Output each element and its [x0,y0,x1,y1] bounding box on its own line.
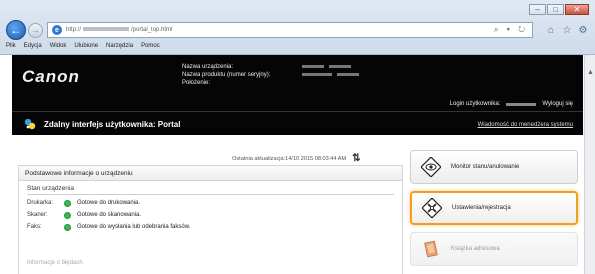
address-url: http:///portal_top.html [66,27,173,33]
minimize-button[interactable]: – [529,4,546,15]
address-book-button[interactable]: Książka adresowa [410,232,578,266]
brand-logo: Canon [22,67,80,86]
redacted-host [83,27,130,32]
forward-arrow-icon: → [31,25,40,35]
navigation-row: ← → e http:///portal_top.html ⌕ ▾ ↻ ⌂ ☆ … [6,19,589,41]
menu-edit[interactable]: Edycja [24,43,42,54]
settings-registration-button[interactable]: Ustawienia/rejestracja [410,191,578,225]
maximize-button[interactable]: □ [547,4,564,15]
favorites-star-icon[interactable]: ☆ [561,24,573,36]
device-name-label: Nazwa urządzenia: [182,64,234,70]
ie-page-icon: e [52,25,62,35]
status-text: Gotowe do wysłania lub odebrania faksów. [77,224,191,230]
address-book-label: Książka adresowa [451,246,500,252]
eye-icon [421,157,441,177]
monitor-status-label: Monitor stanu/anulowanie [451,164,520,170]
back-button[interactable]: ← [6,20,26,40]
status-text: Gotowe do skanowania. [77,212,142,218]
redacted-value [302,73,332,76]
gear-icon[interactable]: ⚙ [577,24,589,36]
redacted-username [506,102,537,106]
refresh-icon[interactable]: ⇅ [352,153,360,164]
device-info-panel: Podstawowe informacje o urządzeniu Stan … [18,165,403,274]
device-status-label: Stan urządzenia [27,185,74,192]
browser-chrome: – □ ✕ ← → e http:///portal_top.html ⌕ ▾ … [0,0,595,55]
scroll-up-icon[interactable]: ▲ [585,67,595,78]
home-icon[interactable]: ⌂ [545,24,557,36]
menu-file[interactable]: Plik [6,43,16,54]
device-info: Nazwa urządzenia: Nazwa produktu (numer … [182,63,364,87]
status-row: Faks: Gotowe do wysłania lub odebrania f… [19,219,402,231]
location-label: Położenie: [182,80,211,86]
back-arrow-icon: ← [10,23,22,37]
panel-heading: Podstawowe informacje o urządzeniu [19,166,402,181]
forward-button[interactable]: → [28,22,43,38]
status-text: Gotowe do drukowania. [77,200,141,206]
toolbar-icons: ⌂ ☆ ⚙ [541,24,589,36]
status-row: Skaner: Gotowe do skanowania. [19,207,402,219]
status-device: Faks: [27,224,42,230]
portal-title-text: Zdalny interfejs użytkownika: Portal [44,119,181,129]
status-row: Drukarka: Gotowe do drukowania. [19,195,402,207]
monitor-status-button[interactable]: Monitor stanu/anulowanie [410,150,578,184]
close-button[interactable]: ✕ [565,4,589,15]
redacted-value [337,73,359,76]
product-name-label: Nazwa produktu (numer seryjny): [182,72,271,78]
last-update: Ostatnia aktualizacja:14/10 2015 08:03:4… [232,153,361,164]
remote-ui-icon [24,118,36,130]
address-book-icon [421,239,441,259]
status-ok-icon [64,223,71,231]
status-device: Skaner: [27,212,48,218]
side-menu: Monitor stanu/anulowanie Ustawienia/reje… [410,150,578,273]
menu-bar: Plik Edycja Widok Ulubione Narzędzia Pom… [6,43,168,54]
menu-favorites[interactable]: Ulubione [74,43,98,54]
redacted-value [302,65,324,68]
status-device: Drukarka: [27,200,54,206]
menu-tools[interactable]: Narzędzia [106,43,133,54]
main-content: Ostatnia aktualizacja:14/10 2015 08:03:4… [12,135,583,274]
address-bar[interactable]: e http:///portal_top.html ⌕ ▾ ↻ [47,22,533,38]
status-ok-icon [64,199,71,207]
portal-header: Canon Nazwa urządzenia: Nazwa produktu (… [12,55,583,135]
menu-view[interactable]: Widok [50,43,67,54]
settings-registration-label: Ustawienia/rejestracja [452,205,511,211]
status-ok-icon [64,211,71,219]
menu-help[interactable]: Pomoc [141,43,160,54]
login-label: Login użytkownika: [449,101,501,107]
last-update-text: Ostatnia aktualizacja:14/10 2015 08:03:4… [232,155,347,162]
redacted-value [329,65,351,68]
address-tools[interactable]: ⌕ ▾ ↻ [494,25,528,35]
logout-link[interactable]: Wyloguj się [542,101,573,107]
settings-wrench-icon [422,198,442,218]
window-controls: – □ ✕ [528,4,589,15]
error-info-label: Informacje o błędach [27,260,83,266]
vertical-scrollbar[interactable]: ▲ [584,55,595,274]
manager-message-link[interactable]: Wiadomość do menedżera systemu [478,122,573,128]
login-row: Login użytkownika: Wyloguj się [450,101,573,107]
portal-title: Zdalny interfejs użytkownika: Portal [24,118,180,130]
header-divider [12,111,583,112]
